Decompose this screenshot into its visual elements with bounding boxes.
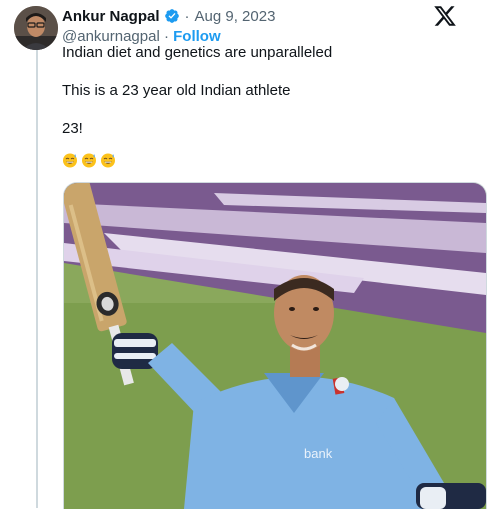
tweet-header: Ankur Nagpal · Aug 9, 2023 [62, 6, 275, 26]
follow-button[interactable]: Follow [173, 28, 221, 45]
x-logo-icon[interactable] [433, 4, 457, 28]
grinning-face-with-sweat-icon [101, 153, 115, 168]
thread-line [36, 50, 38, 508]
post-date[interactable]: Aug 9, 2023 [195, 8, 276, 25]
header-separator: · [184, 7, 190, 25]
tweet-text-line-3: 23! [62, 120, 83, 137]
grinning-face-with-sweat-icon [82, 153, 96, 168]
author-avatar[interactable] [14, 6, 58, 50]
emoji-row [62, 152, 116, 168]
cricketer-photo: bank [64, 183, 486, 509]
handle-separator: · [159, 27, 174, 45]
grinning-face-with-sweat-icon [63, 153, 77, 168]
handle-row: @ankurnagpal · Follow [62, 26, 221, 46]
author-handle[interactable]: @ankurnagpal [62, 28, 160, 45]
jersey-sponsor-text: bank [304, 446, 333, 461]
avatar-photo [14, 6, 58, 50]
tweet-text-line-2: This is a 23 year old Indian athlete [62, 82, 291, 99]
tweet-media-image[interactable]: bank [63, 182, 487, 509]
verified-badge-icon [164, 8, 180, 24]
tweet-text-line-1: Indian diet and genetics are unparallele… [62, 44, 333, 61]
author-name[interactable]: Ankur Nagpal [62, 8, 160, 25]
